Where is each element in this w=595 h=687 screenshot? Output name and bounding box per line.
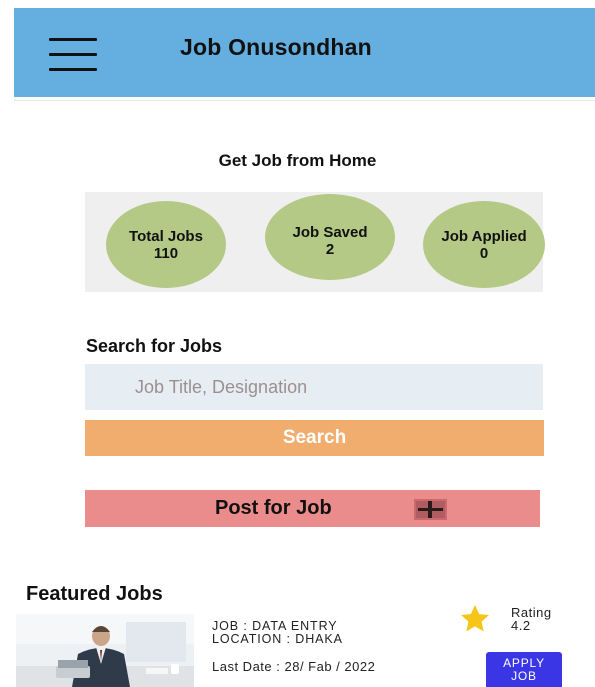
post-job-label: Post for Job	[215, 497, 332, 519]
stat-value: 0	[479, 244, 489, 262]
job-last-date: Last Date : 28/ Fab / 2022	[212, 659, 376, 674]
stat-job-saved[interactable]: Job Saved 2	[265, 194, 395, 280]
featured-jobs-title: Featured Jobs	[26, 583, 163, 605]
plus-icon	[414, 499, 447, 520]
apply-label-line2: JOB	[511, 668, 537, 683]
search-button[interactable]: Search	[85, 420, 544, 456]
menu-icon[interactable]	[49, 38, 97, 72]
star-icon[interactable]	[458, 603, 492, 635]
search-section-label: Search for Jobs	[86, 336, 223, 356]
app-title: Job Onusondhan	[180, 34, 372, 60]
stat-label: Job Applied	[441, 227, 527, 245]
stat-value: 110	[153, 244, 179, 262]
stat-total-jobs[interactable]: Total Jobs 110	[106, 201, 226, 288]
job-card[interactable]: JOB : DATA ENTRY LOCATION : DHAKA Last D…	[16, 605, 595, 687]
apply-job-button[interactable]: APPLY JOB	[486, 652, 562, 687]
post-job-button[interactable]: Post for Job	[85, 490, 540, 527]
job-title: JOB : DATA ENTRY	[212, 619, 338, 633]
stat-label: Total Jobs	[129, 227, 203, 245]
stat-job-applied[interactable]: Job Applied 0	[423, 201, 545, 288]
rating-value: 4.2	[511, 618, 531, 633]
page-subtitle: Get Job from Home	[218, 151, 377, 170]
stats-panel: Total Jobs 110 Job Saved 2 Job Applied 0	[85, 192, 545, 292]
apply-label-line1: APPLY	[503, 655, 545, 670]
job-location: LOCATION : DHAKA	[212, 632, 343, 646]
stat-value: 2	[325, 241, 335, 258]
search-input[interactable]	[85, 364, 543, 410]
stat-label: Job Saved	[292, 224, 368, 241]
job-thumbnail	[16, 614, 194, 687]
divider	[14, 100, 595, 101]
app-bar: Job Onusondhan	[14, 8, 595, 97]
